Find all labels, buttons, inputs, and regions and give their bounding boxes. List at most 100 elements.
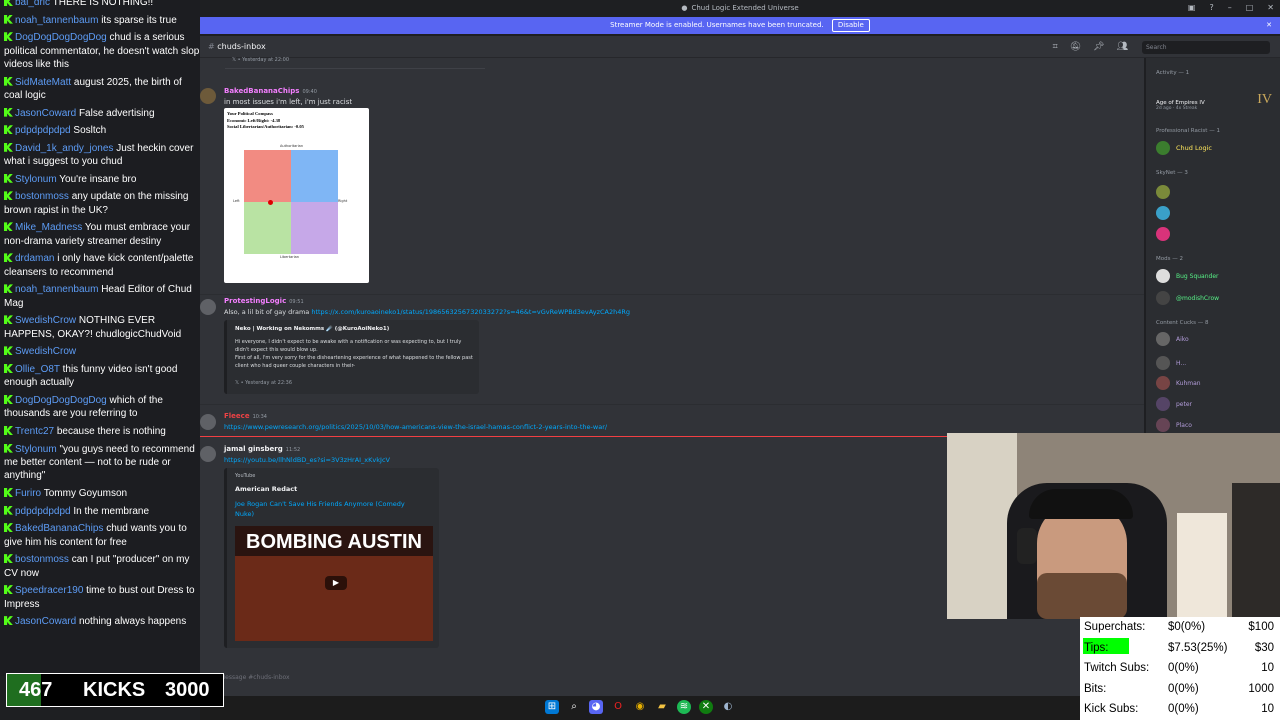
- member-row[interactable]: @modishCrow: [1156, 291, 1219, 305]
- chat-text: You're insane bro: [59, 173, 137, 185]
- pin-icon[interactable]: 📌︎: [1093, 42, 1104, 52]
- chat-username: Trentc27: [15, 425, 55, 437]
- spotify-icon[interactable]: ≋: [677, 700, 691, 714]
- chat-username: Stylonum: [15, 443, 57, 455]
- tweet-embed[interactable]: Neko | Working on Nekomms ☄️ (@KuroAoiNe…: [224, 320, 479, 394]
- mute-icon[interactable]: 🔕︎: [1070, 42, 1081, 52]
- member-row[interactable]: H...: [1156, 356, 1186, 370]
- chat-username: SwedishCrow: [15, 315, 77, 327]
- kick-badge-icon: [4, 173, 13, 183]
- member-row[interactable]: Aiko: [1156, 332, 1189, 346]
- member-name: Placo: [1176, 421, 1192, 429]
- member-row[interactable]: Placo: [1156, 418, 1192, 432]
- screen: ● Chud Logic Extended Universe ▣ ? – □ ✕ …: [0, 0, 1280, 720]
- avatar: [1156, 291, 1170, 305]
- message-input[interactable]: Message #chuds-inbox: [220, 670, 1070, 686]
- donation-label: Kick Subs:: [1084, 703, 1139, 715]
- political-compass-image[interactable]: Your Political Compass Economic Left/Rig…: [224, 108, 369, 283]
- windows-icon[interactable]: ⊞: [545, 700, 559, 714]
- kick-badge-icon: [4, 425, 13, 435]
- threads-icon[interactable]: ⌗: [1053, 42, 1058, 52]
- xbox-icon[interactable]: ✕: [699, 700, 713, 714]
- chat-username: JasonCoward: [15, 616, 77, 628]
- tweet-footer: 𝕏 • Yesterday at 22:36: [235, 380, 293, 386]
- search-icon[interactable]: ⌕: [567, 700, 581, 714]
- username[interactable]: BakedBananaChips: [224, 87, 299, 95]
- beard: [1037, 573, 1127, 619]
- folder-icon[interactable]: ▰: [655, 700, 669, 714]
- members-icon[interactable]: 👥︎: [1117, 42, 1128, 52]
- chat-message: SwedishCrow: [0, 345, 200, 358]
- username[interactable]: Fleece: [224, 412, 250, 420]
- username[interactable]: jamal ginsberg: [224, 445, 283, 453]
- lib-right-quadrant: [291, 202, 338, 254]
- chat-username: bostonmoss: [15, 191, 69, 203]
- kick-badge-icon: [4, 523, 13, 533]
- avatar[interactable]: [1156, 206, 1170, 220]
- chat-message: JasonCoward False advertising: [0, 107, 200, 120]
- minimize-button[interactable]: –: [1228, 3, 1232, 12]
- activity-card[interactable]: Age of Empires IV 2d ago · 4x Streak IV: [1156, 88, 1274, 118]
- username[interactable]: ProtestingLogic: [224, 297, 286, 305]
- help-icon[interactable]: ?: [1209, 3, 1213, 12]
- compass-right-label: Right: [338, 199, 348, 203]
- avatar[interactable]: [1156, 227, 1170, 241]
- avatar: [1156, 141, 1170, 155]
- yt-channel[interactable]: American Redact: [235, 485, 297, 493]
- message-text: Also, a lil bit of gay drama: [224, 308, 312, 316]
- member-name: peter: [1176, 400, 1193, 408]
- donation-goals: Superchats: $0(0%) $100 Tips: $7.53(25%) $30 T…: [1080, 617, 1280, 720]
- avatar[interactable]: [200, 414, 216, 430]
- chat-message: DogDogDogDogDog which of the thousands a…: [0, 394, 200, 421]
- donation-value: $7.53(25%): [1168, 641, 1228, 654]
- youtube-link[interactable]: https://youtu.be/llhNldBD_es?si=3V3zHrAI…: [224, 456, 390, 464]
- member-row[interactable]: Kuhman: [1156, 376, 1201, 390]
- thumb-text: BOMBING AUSTIN: [246, 531, 422, 553]
- auth-right-quadrant: [291, 150, 338, 202]
- member-row[interactable]: Chud Logic: [1156, 141, 1212, 155]
- maximize-button[interactable]: □: [1246, 3, 1254, 12]
- kick-badge-icon: [4, 443, 13, 453]
- chrome-icon[interactable]: ◉: [633, 700, 647, 714]
- avatar[interactable]: [200, 299, 216, 315]
- kick-badge-icon: [4, 394, 13, 404]
- chat-message: Trentc27 because there is nothing: [0, 425, 200, 438]
- kick-badge-icon: [4, 346, 13, 356]
- member-row[interactable]: peter: [1156, 397, 1192, 411]
- youtube-embed[interactable]: YouTube American Redact Joe Rogan Can't …: [224, 468, 439, 648]
- cap: [1029, 489, 1133, 519]
- opera-icon[interactable]: O: [611, 700, 625, 714]
- tweet-author[interactable]: Neko | Working on Nekomms ☄️ (@KuroAoiNe…: [235, 326, 389, 332]
- kick-badge-icon: [4, 487, 13, 497]
- yt-title[interactable]: Joe Rogan Can't Save His Friends Anymore…: [235, 499, 425, 519]
- auth-left-quadrant: [244, 150, 291, 202]
- play-icon[interactable]: ▶: [325, 576, 347, 590]
- donation-label: Bits:: [1084, 682, 1107, 695]
- close-bar-icon[interactable]: ✕: [1266, 17, 1272, 34]
- member-row[interactable]: Bug Squander: [1156, 269, 1219, 283]
- pew-link[interactable]: https://www.pewresearch.org/politics/202…: [224, 423, 607, 431]
- avatar[interactable]: [200, 446, 216, 462]
- donation-goal: 10: [1261, 662, 1274, 674]
- yt-thumbnail[interactable]: BOMBING AUSTIN ▶: [235, 526, 433, 641]
- avatar[interactable]: [1156, 185, 1170, 199]
- disable-button[interactable]: Disable: [831, 19, 870, 32]
- yt-provider: YouTube: [235, 473, 256, 479]
- chat-text: nothing always happens: [78, 616, 187, 628]
- chat-message: pdpdpdpdpd In the membrane: [0, 505, 200, 518]
- chat-list: noah_tannenbaum its sparse its true DogDo…: [0, 14, 200, 629]
- discord-icon[interactable]: ◕: [589, 700, 603, 714]
- search-input[interactable]: Search: [1142, 41, 1270, 54]
- hash-icon: #: [208, 42, 215, 51]
- chat-username: David_1k_andy_jones: [15, 142, 114, 154]
- close-button[interactable]: ✕: [1267, 3, 1274, 12]
- discord-titlebar: ● Chud Logic Extended Universe: [200, 0, 1280, 17]
- timestamp: 09:51: [289, 299, 304, 305]
- tweet-link[interactable]: https://x.com/kuroaoineko1/status/198656…: [311, 308, 630, 316]
- member-list: Activity — 1 Age of Empires IV 2d ago · …: [1146, 58, 1280, 438]
- chat-username: drdaman: [15, 253, 55, 265]
- avatar[interactable]: [200, 88, 216, 104]
- steam-icon[interactable]: ◐: [721, 700, 735, 714]
- kick-badge-icon: [4, 585, 13, 595]
- inbox-icon[interactable]: ▣: [1188, 3, 1196, 12]
